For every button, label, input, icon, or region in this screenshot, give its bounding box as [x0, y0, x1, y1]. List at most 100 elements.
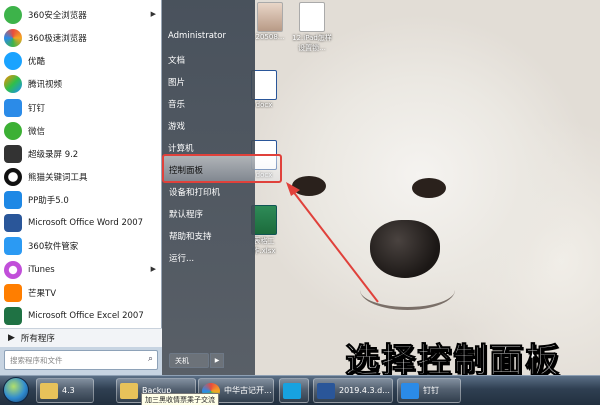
taskbar-item-label: 中华古记开...: [224, 386, 272, 395]
desktop-icon-label: 表格工作.xlsx: [252, 237, 276, 255]
program-pp-assistant[interactable]: PP助手5.0: [4, 189, 158, 211]
desktop-icon-label: docx: [255, 101, 273, 109]
menu-item-label: 图片: [168, 78, 186, 88]
taskbar-item-folder-4-3[interactable]: 4.3: [36, 378, 94, 403]
menu-item-pictures[interactable]: 图片: [168, 76, 253, 88]
program-label: 微信: [28, 127, 46, 137]
menu-item-help-support[interactable]: 帮助和支持: [169, 230, 254, 242]
menu-item-label: 帮助和支持: [169, 232, 212, 242]
itunes-icon: [4, 261, 22, 279]
shutdown-options-button[interactable]: ▶: [210, 353, 224, 368]
word-document-icon: [317, 382, 335, 399]
menu-item-administrator[interactable]: Administrator: [168, 31, 253, 41]
360-software-manager-icon: [4, 237, 22, 255]
menu-item-computer[interactable]: 计算机: [168, 142, 253, 154]
wechat-icon: [4, 122, 22, 140]
super-recorder-icon: [4, 145, 22, 163]
taskbar-item-dingtalk[interactable]: 钉钉: [397, 378, 461, 403]
pp-assistant-icon: [4, 191, 22, 209]
dog-right-eye: [412, 178, 446, 198]
document-icon: [299, 2, 325, 32]
dingtalk-icon: [401, 382, 419, 399]
menu-item-devices-printers[interactable]: 设备和打印机: [169, 186, 254, 198]
program-label: iTunes: [28, 265, 55, 275]
program-label: 腾讯视频: [28, 80, 63, 90]
chevron-right-icon: ▶: [214, 357, 220, 364]
program-label: 360极速浏览器: [28, 34, 87, 44]
menu-item-label: 音乐: [168, 100, 186, 110]
taskbar-item-video-player[interactable]: [279, 378, 309, 403]
program-label: 钉钉: [28, 104, 46, 114]
menu-item-label: 设备和打印机: [169, 188, 221, 198]
menu-item-label: 游戏: [168, 122, 186, 132]
start-menu: 360安全浏览器 ▶ 360极速浏览器 优酷 腾讯视频 钉钉 微信 超级录屏 9…: [0, 0, 282, 375]
360-safe-browser-icon: [4, 6, 22, 24]
menu-item-label: 计算机: [168, 144, 194, 154]
program-itunes[interactable]: iTunes ▶: [4, 259, 158, 281]
program-super-recorder[interactable]: 超级录屏 9.2: [4, 143, 158, 165]
desktop-icon-label: 20508...: [255, 33, 285, 41]
menu-item-label: 文档: [168, 56, 186, 66]
all-programs-button[interactable]: ▶ 所有程序: [0, 328, 162, 347]
dingtalk-icon: [4, 99, 22, 117]
taskbar-item-label: 4.3: [62, 386, 75, 395]
program-label: 芒果TV: [28, 289, 57, 299]
shutdown-button[interactable]: 关机: [169, 353, 209, 368]
image-file-icon: [257, 2, 283, 32]
folder-icon: [40, 382, 58, 399]
taskbar-item-label: 钉钉: [423, 386, 439, 395]
submenu-arrow-icon: ▶: [150, 265, 156, 273]
program-label: Microsoft Office Word 2007: [28, 218, 144, 228]
program-360-software-manager[interactable]: 360软件管家: [4, 235, 158, 257]
menu-item-games[interactable]: 游戏: [168, 120, 253, 132]
desktop-icon[interactable]: 20508...: [250, 2, 290, 41]
menu-item-default-programs[interactable]: 默认程序: [169, 208, 254, 220]
menu-item-documents[interactable]: 文档: [168, 54, 253, 66]
menu-item-control-panel[interactable]: 控制面板: [169, 164, 254, 176]
dog-mouth: [360, 270, 455, 310]
video-player-icon: [283, 382, 301, 399]
program-360-safe-browser[interactable]: 360安全浏览器 ▶: [4, 4, 158, 26]
submenu-arrow-icon: ▶: [150, 10, 156, 18]
program-label: 360安全浏览器: [28, 11, 87, 21]
triangle-right-icon: ▶: [8, 333, 15, 343]
search-placeholder: 搜索程序和文件: [10, 356, 63, 365]
folder-icon: [120, 382, 138, 399]
search-icon: ⌕: [147, 354, 153, 364]
youku-icon: [4, 52, 22, 70]
all-programs-label: 所有程序: [20, 334, 55, 344]
program-panda-keyword[interactable]: 熊猫关键词工具: [4, 166, 158, 188]
program-youku[interactable]: 优酷: [4, 50, 158, 72]
tencent-video-icon: [4, 75, 22, 93]
menu-item-label: 默认程序: [169, 210, 204, 220]
shutdown-label: 关机: [175, 357, 189, 365]
panda-keyword-icon: [4, 168, 22, 186]
dog-left-eye: [292, 176, 326, 196]
menu-item-label: 控制面板: [169, 166, 204, 176]
taskbar-item-word-document[interactable]: 2019.4.3.d...: [313, 378, 393, 403]
program-label: 熊猫关键词工具: [28, 173, 88, 183]
desktop-icon[interactable]: 12.iPad怎样设置锁...: [292, 2, 332, 53]
program-label: Microsoft Office Excel 2007: [28, 311, 144, 321]
program-wechat[interactable]: 微信: [4, 120, 158, 142]
program-mango-tv[interactable]: 芒果TV: [4, 282, 158, 304]
desktop-icon-label: 12.iPad怎样设置锁...: [292, 34, 332, 52]
menu-item-label: Administrator: [168, 31, 226, 41]
program-label: 超级录屏 9.2: [28, 150, 79, 160]
menu-item-run[interactable]: 运行...: [169, 252, 254, 264]
program-excel-2007[interactable]: Microsoft Office Excel 2007: [4, 305, 158, 327]
word-icon: [4, 214, 22, 232]
360-speed-browser-icon: [4, 29, 22, 47]
excel-icon: [4, 307, 22, 325]
program-label: 优酷: [28, 57, 46, 67]
program-360-speed-browser[interactable]: 360极速浏览器: [4, 27, 158, 49]
mango-tv-icon: [4, 284, 22, 302]
program-dingtalk[interactable]: 钉钉: [4, 97, 158, 119]
program-word-2007[interactable]: Microsoft Office Word 2007: [4, 212, 158, 234]
menu-item-music[interactable]: 音乐: [168, 98, 253, 110]
program-tencent-video[interactable]: 腾讯视频: [4, 73, 158, 95]
start-search-input[interactable]: 搜索程序和文件 ⌕: [4, 350, 158, 370]
program-label: PP助手5.0: [28, 196, 69, 206]
taskbar-tooltip: 加三黑收情票乘子交流: [141, 393, 219, 405]
start-button[interactable]: [3, 377, 29, 403]
